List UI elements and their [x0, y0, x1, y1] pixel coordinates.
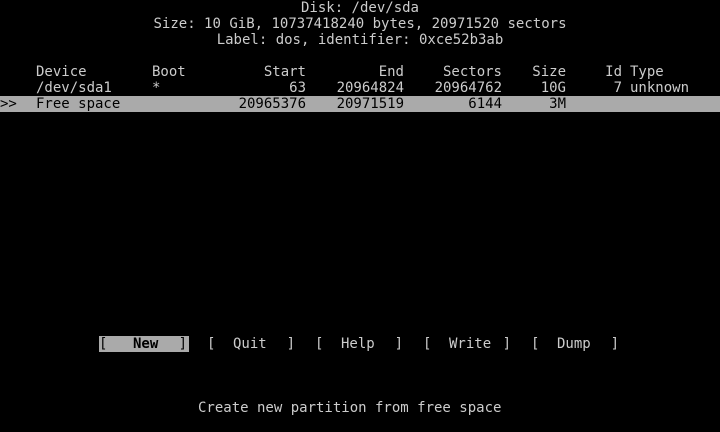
column-header-id: Id	[605, 64, 622, 80]
help-open-bracket: [	[315, 336, 324, 352]
new-button[interactable]: [ New]	[99, 336, 189, 352]
quit-open-bracket: [	[207, 336, 216, 352]
dump-button[interactable]: [ Dump]	[531, 336, 621, 352]
new-open-bracket: [	[99, 336, 108, 352]
write-button[interactable]: [ Write]	[423, 336, 513, 352]
row-sectors: 6144	[468, 96, 502, 112]
row-type	[630, 96, 720, 112]
row-start: 20965376	[238, 96, 306, 112]
column-header-device: Device	[36, 64, 87, 80]
column-header-size: Size	[532, 64, 566, 80]
row-start: 63	[289, 80, 306, 96]
row-marker	[0, 80, 30, 96]
row-end: 20971519	[336, 96, 404, 112]
dump-open-bracket: [	[531, 336, 540, 352]
help-label: Help	[341, 336, 375, 352]
new-label: New	[133, 336, 159, 352]
disk-label-info: Label: dos, identifier: 0xce52b3ab	[216, 32, 504, 48]
row-size: 10G	[540, 80, 566, 96]
row-id: 7	[613, 80, 622, 96]
partition-row[interactable]: /dev/sda1 * 63 20964824 20964762 10G 7 u…	[0, 80, 720, 96]
free-space-row[interactable]: >> Free space 20965376 20971519 6144 3M	[0, 96, 720, 112]
column-header-end: End	[378, 64, 404, 80]
table-header: Device Boot Start End Sectors Size Id Ty…	[0, 64, 720, 80]
quit-close-bracket: ]	[286, 336, 295, 352]
row-size: 3M	[549, 96, 566, 112]
row-device: Free space	[36, 96, 121, 112]
row-marker: >>	[0, 96, 17, 112]
row-end: 20964824	[336, 80, 404, 96]
action-menu: [ New] [ Quit] [ Help] [ Write] [ Dump]	[0, 336, 720, 352]
write-close-bracket: ]	[502, 336, 511, 352]
status-message: Create new partition from free space	[0, 384, 720, 416]
disk-title: Disk: /dev/sda	[300, 0, 419, 16]
write-label: Write	[449, 336, 492, 352]
help-close-bracket: ]	[394, 336, 403, 352]
dump-close-bracket: ]	[610, 336, 619, 352]
column-header-boot: Boot	[152, 64, 186, 80]
row-type: unknown	[630, 80, 690, 96]
write-open-bracket: [	[423, 336, 432, 352]
status-text: Create new partition from free space	[198, 400, 502, 416]
dump-label: Dump	[557, 336, 591, 352]
quit-label: Quit	[233, 336, 267, 352]
column-header-type: Type	[630, 64, 664, 80]
disk-size-info: Size: 10 GiB, 10737418240 bytes, 2097152…	[153, 16, 567, 32]
help-button[interactable]: [ Help]	[315, 336, 405, 352]
row-sectors: 20964762	[434, 80, 502, 96]
row-device: /dev/sda1	[36, 80, 112, 96]
quit-button[interactable]: [ Quit]	[207, 336, 297, 352]
row-id	[600, 96, 622, 112]
row-boot-flag: *	[152, 80, 161, 96]
column-header-sectors: Sectors	[442, 64, 502, 80]
new-close-bracket: ]	[178, 336, 187, 352]
row-boot-flag	[152, 96, 202, 112]
column-header-start: Start	[263, 64, 306, 80]
